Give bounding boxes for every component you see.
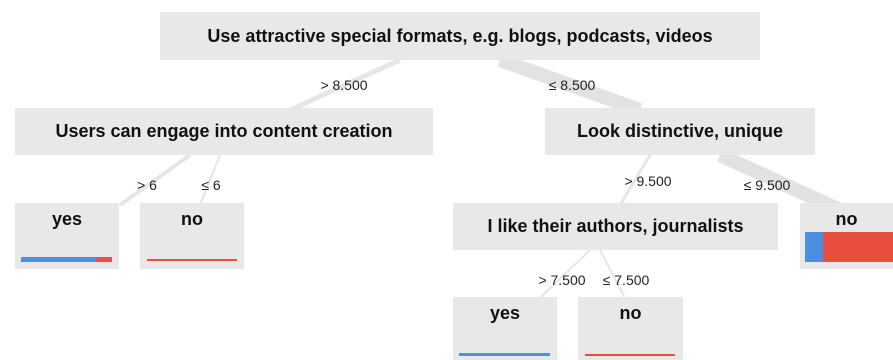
edge-label-authors-le: ≤ 7.500 bbox=[602, 272, 650, 288]
leaf-authors-no-distribution-bar bbox=[585, 354, 675, 356]
edge-label-engage-gt: > 6 bbox=[137, 177, 157, 193]
bar-no-segment bbox=[585, 354, 675, 356]
edge-label-authors-gt: > 7.500 bbox=[538, 272, 586, 288]
edge-label-root-gt: > 8.500 bbox=[320, 77, 368, 93]
leaf-label: yes bbox=[489, 303, 521, 323]
bar-no-segment bbox=[95, 257, 112, 262]
node-root: Use attractive special formats, e.g. blo… bbox=[160, 12, 760, 60]
leaf-authors-yes: yes bbox=[453, 297, 557, 360]
leaf-engage-yes-distribution-bar bbox=[21, 257, 112, 262]
node-engage: Users can engage into content creation bbox=[15, 108, 433, 155]
leaf-engage-no-distribution-bar bbox=[147, 259, 237, 261]
bar-yes-segment bbox=[21, 257, 96, 262]
edge-label-distinct-le: ≤ 9.500 bbox=[743, 177, 791, 193]
leaf-label: yes bbox=[51, 209, 83, 229]
leaf-authors-yes-distribution-bar bbox=[459, 353, 550, 356]
bar-yes-segment bbox=[805, 232, 823, 262]
leaf-label: no bbox=[835, 209, 858, 229]
edge-label-distinct-gt: > 9.500 bbox=[624, 173, 672, 189]
leaf-distinct-no-distribution-bar bbox=[805, 232, 893, 262]
bar-yes-segment bbox=[459, 353, 550, 356]
edge-label-root-le: ≤ 8.500 bbox=[548, 77, 596, 93]
edge-label-engage-le: ≤ 6 bbox=[201, 177, 221, 193]
node-distinct: Look distinctive, unique bbox=[545, 108, 815, 155]
bar-no-segment bbox=[822, 232, 893, 262]
bar-no-segment bbox=[147, 259, 237, 261]
leaf-authors-no: no bbox=[578, 297, 683, 360]
leaf-label: no bbox=[181, 209, 203, 229]
leaf-label: no bbox=[619, 303, 642, 323]
node-authors: I like their authors, journalists bbox=[453, 203, 778, 250]
